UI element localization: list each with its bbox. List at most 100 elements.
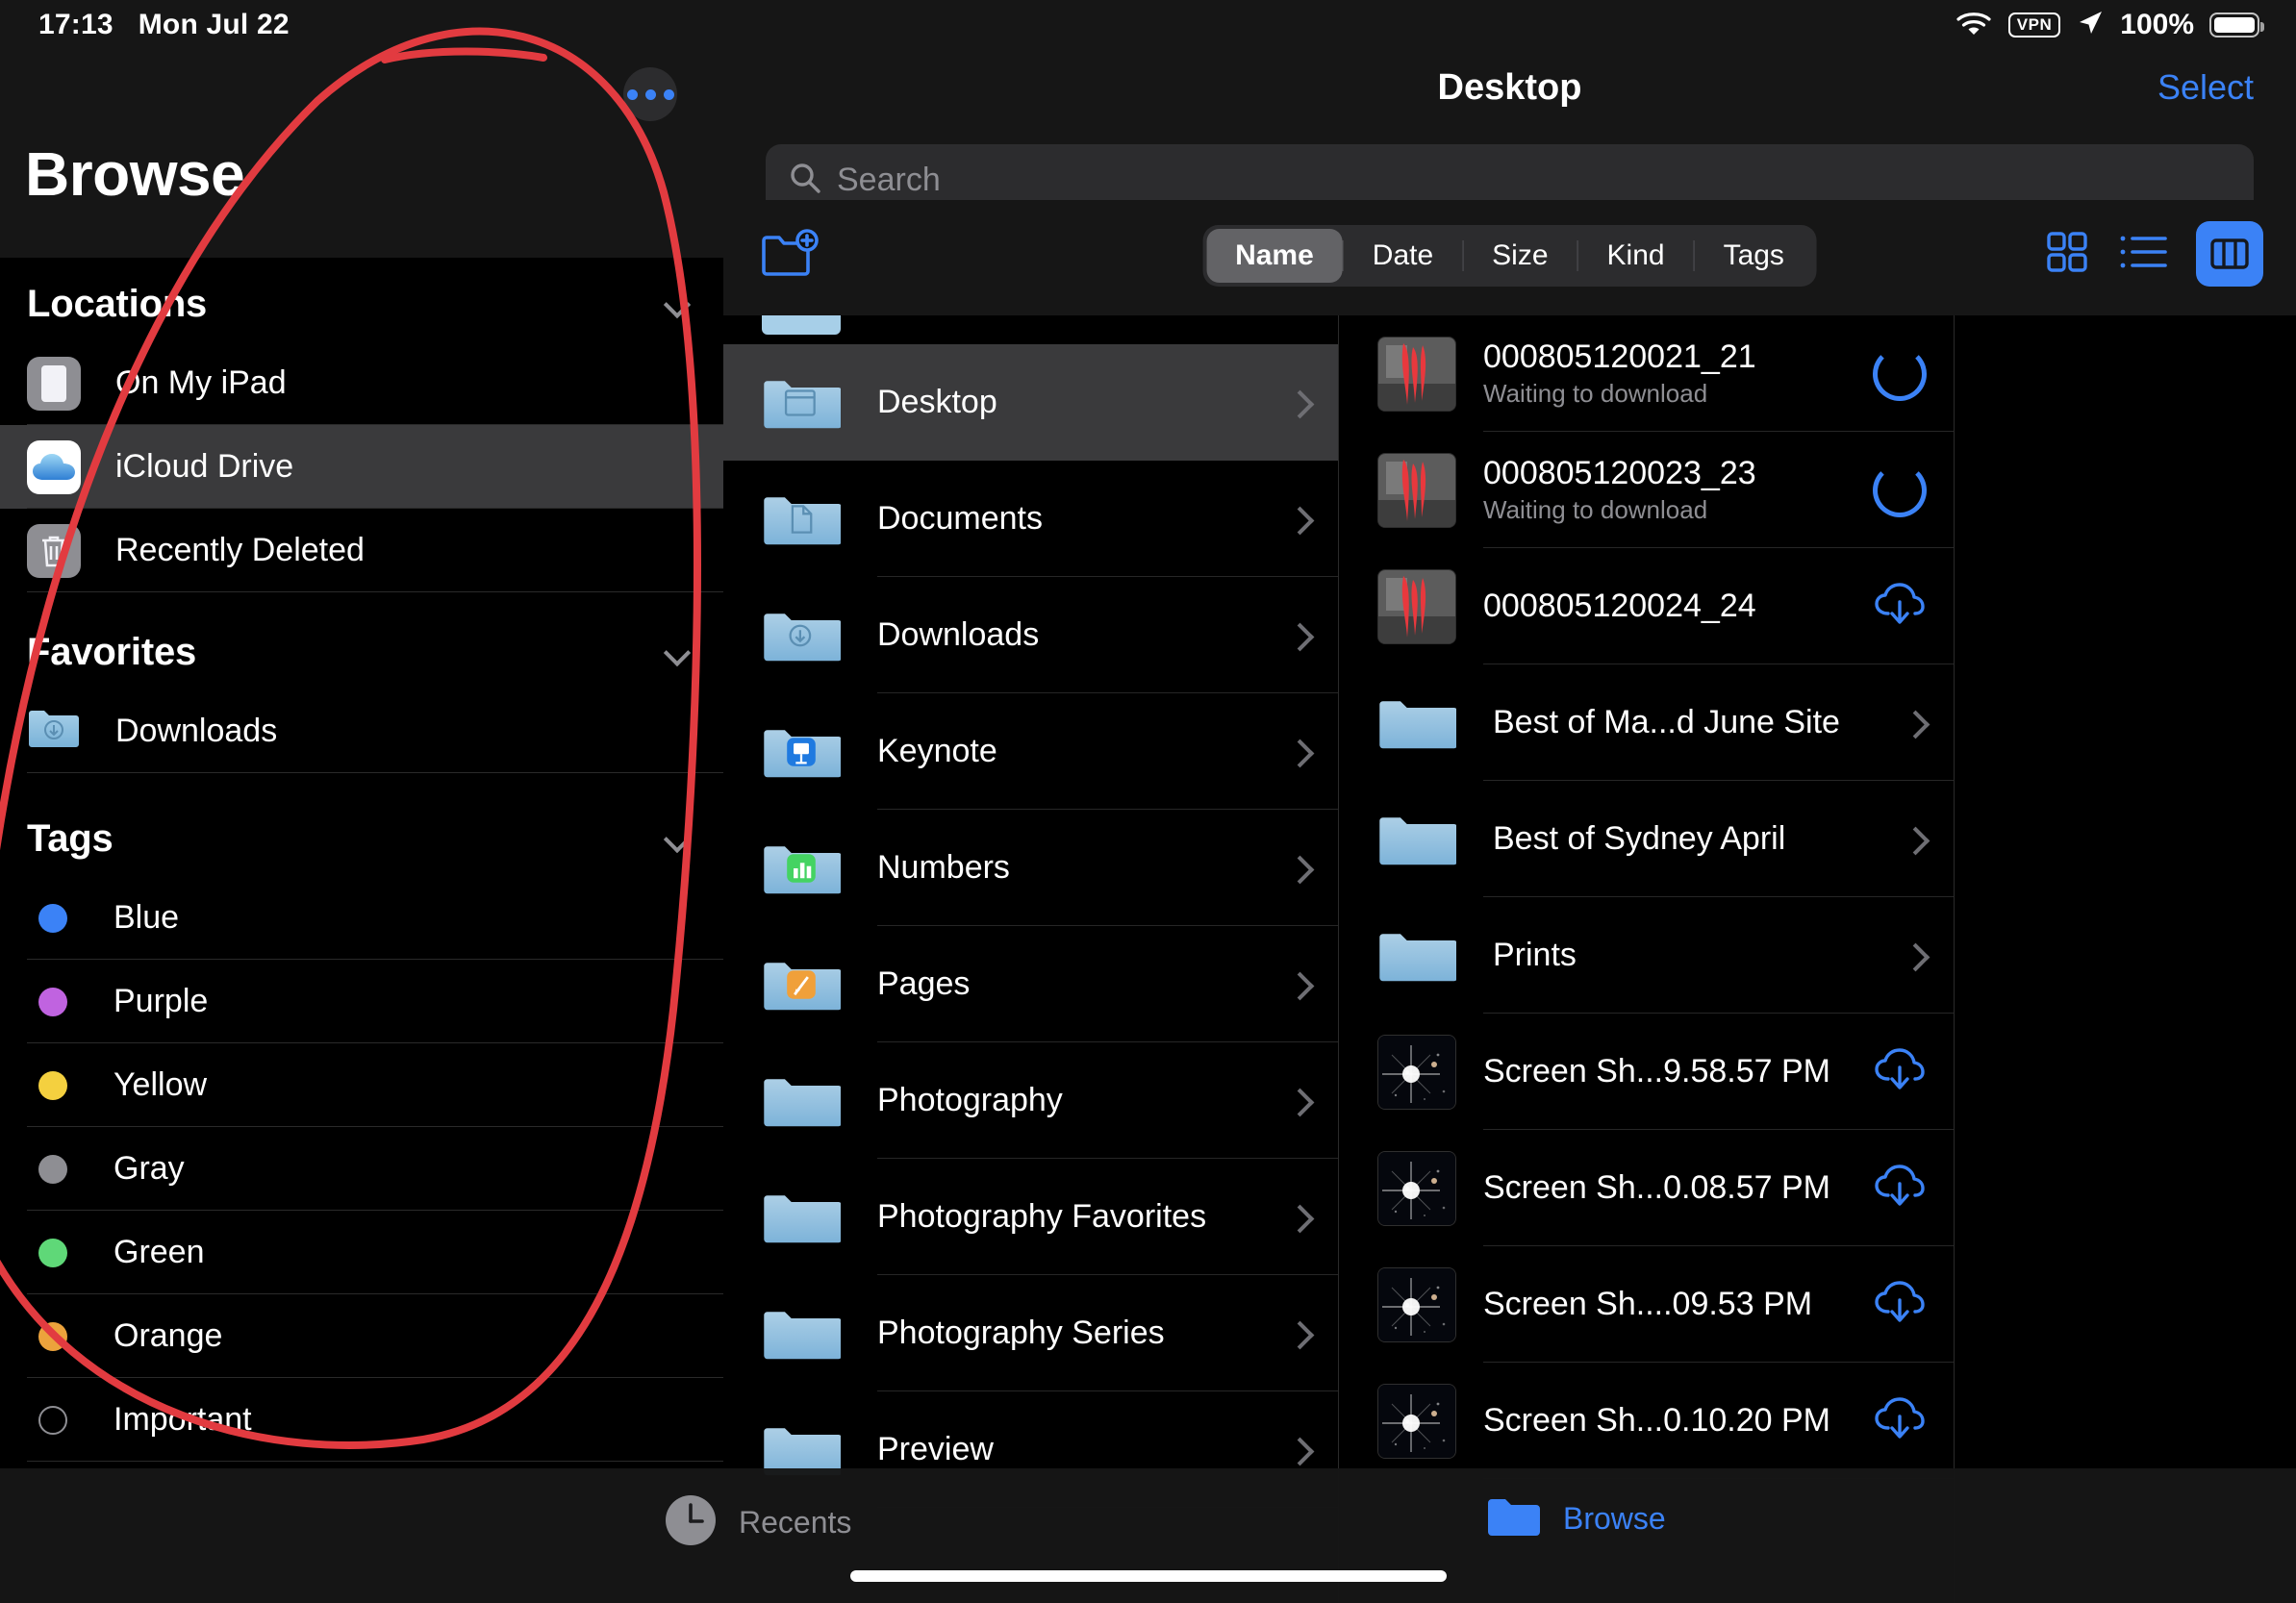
file-status: Waiting to download xyxy=(1483,494,1708,524)
sidebar-tag-yellow[interactable]: Yellow xyxy=(0,1043,723,1127)
sidebar-item-downloads[interactable]: Downloads xyxy=(0,689,723,773)
folder-row[interactable]: Downloads xyxy=(723,577,1338,693)
folder-name: Downloads xyxy=(877,616,1040,653)
file-row[interactable]: 000805120021_21 Waiting to download xyxy=(1339,315,1954,432)
download-cloud-icon[interactable] xyxy=(1873,1046,1927,1097)
file-column[interactable]: 000805120021_21 Waiting to download 000805… xyxy=(1339,315,1955,1603)
sort-segmented-control[interactable]: Name Date Size Kind Tags xyxy=(1202,225,1817,287)
downloads-folder-icon xyxy=(27,705,81,759)
sidebar-tag-green[interactable]: Green xyxy=(0,1211,723,1294)
file-name: 000805120023_23 xyxy=(1483,455,1756,491)
sidebar-section-tags[interactable]: Tags xyxy=(0,773,723,876)
folder-row[interactable]: Best of Ma...d June Site xyxy=(1339,664,1954,781)
main-panel: Desktop Select Search Name Date Size Kind T xyxy=(723,0,2296,1603)
folder-row[interactable]: Photography Favorites xyxy=(723,1159,1338,1275)
sidebar-item-icloud-drive[interactable]: iCloud Drive xyxy=(0,425,723,509)
status-date: Mon Jul 22 xyxy=(138,9,290,40)
sidebar-item-on-my-ipad[interactable]: On My iPad xyxy=(0,341,723,425)
section-header-label: Favorites xyxy=(27,631,197,673)
download-cloud-icon[interactable] xyxy=(1873,1163,1927,1214)
folder-row[interactable]: Desktop xyxy=(723,344,1338,461)
tab-browse[interactable]: Browse xyxy=(1486,1493,1666,1544)
battery-percent: 100% xyxy=(2120,9,2194,40)
sidebar-section-favorites[interactable]: Favorites xyxy=(0,592,723,689)
file-thumbnail xyxy=(1377,1266,1456,1342)
tab-label: Recents xyxy=(739,1505,852,1540)
new-folder-icon[interactable] xyxy=(760,227,820,286)
tag-label: Green xyxy=(114,1234,205,1270)
folder-name: Numbers xyxy=(877,849,1010,886)
folder-row[interactable]: Best of Sydney April xyxy=(1339,781,1954,897)
tag-color-dot xyxy=(38,1154,67,1184)
desktop-folder-icon xyxy=(762,372,843,434)
download-cloud-icon[interactable] xyxy=(1873,1395,1927,1446)
folder-name: Preview xyxy=(877,1431,994,1467)
folder-column[interactable]: Desktop Documents Downloads Keynote Numbers P… xyxy=(723,315,1339,1603)
sort-option-tags[interactable]: Tags xyxy=(1695,229,1813,283)
chevron-down-icon[interactable] xyxy=(666,292,691,317)
folder-icon xyxy=(1377,925,1458,987)
toolbar: Name Date Size Kind Tags xyxy=(723,200,2296,315)
sidebar-item-label: Recently Deleted xyxy=(115,532,365,568)
column-view-icon[interactable] xyxy=(2196,221,2263,287)
folder-row[interactable]: Keynote xyxy=(723,693,1338,810)
sort-option-kind[interactable]: Kind xyxy=(1578,229,1694,283)
folder-name: Keynote xyxy=(877,733,997,769)
view-mode-buttons xyxy=(2044,221,2263,287)
sidebar-tag-orange[interactable]: Orange xyxy=(0,1294,723,1378)
tab-label: Browse xyxy=(1563,1501,1666,1536)
sidebar-tag-blue[interactable]: Blue xyxy=(0,876,723,960)
file-row[interactable]: Screen Sh...0.10.20 PM xyxy=(1339,1363,1954,1479)
file-thumbnail xyxy=(1377,568,1456,644)
ellipsis-icon[interactable] xyxy=(623,67,677,121)
chevron-down-icon[interactable] xyxy=(666,827,691,852)
status-bar-left: 17:13 Mon Jul 22 xyxy=(0,9,290,41)
sort-option-name[interactable]: Name xyxy=(1206,229,1343,283)
select-button[interactable]: Select xyxy=(2157,67,2254,108)
sidebar-section-locations[interactable]: Locations xyxy=(0,258,723,341)
sidebar-tag-gray[interactable]: Gray xyxy=(0,1127,723,1211)
sidebar-item-recently-deleted[interactable]: Recently Deleted xyxy=(0,509,723,592)
status-time: 17:13 xyxy=(38,9,114,40)
home-indicator[interactable] xyxy=(849,1570,1447,1582)
file-row[interactable]: 000805120023_23 Waiting to download xyxy=(1339,432,1954,548)
ipad-icon xyxy=(27,356,81,411)
folder-row[interactable]: Pages xyxy=(723,926,1338,1042)
download-cloud-icon[interactable] xyxy=(1873,1279,1927,1330)
folder-row[interactable]: Documents xyxy=(723,461,1338,577)
file-name: Best of Ma...d June Site xyxy=(1493,703,1840,740)
chevron-down-icon[interactable] xyxy=(666,640,691,665)
download-progress-ring[interactable] xyxy=(1873,346,1927,401)
file-thumbnail xyxy=(1377,1034,1456,1110)
file-text: Screen Sh....09.53 PM xyxy=(1483,1287,1873,1322)
tag-color-dot xyxy=(38,987,67,1016)
tab-recents[interactable]: Recents xyxy=(664,1493,851,1552)
folder-name: Photography Favorites xyxy=(877,1198,1207,1235)
file-row[interactable]: Screen Sh...9.58.57 PM xyxy=(1339,1014,1954,1130)
folder-row[interactable]: Prints xyxy=(1339,897,1954,1014)
chevron-right-icon xyxy=(1290,625,1311,646)
download-cloud-icon[interactable] xyxy=(1873,581,1927,632)
file-row[interactable]: Screen Sh....09.53 PM xyxy=(1339,1246,1954,1363)
folder-row[interactable]: Photography Series xyxy=(723,1275,1338,1391)
trash-icon xyxy=(27,523,81,578)
file-row[interactable]: Screen Sh...0.08.57 PM xyxy=(1339,1130,1954,1246)
sidebar-tag-purple[interactable]: Purple xyxy=(0,960,723,1043)
folder-name: Pages xyxy=(877,965,971,1002)
folder-icon xyxy=(1486,1493,1542,1544)
sort-option-size[interactable]: Size xyxy=(1463,229,1577,283)
file-row[interactable]: 000805120024_24 xyxy=(1339,548,1954,664)
tag-label: Orange xyxy=(114,1317,223,1354)
folder-row[interactable]: Numbers xyxy=(723,810,1338,926)
sidebar: Browse Locations On My iPad iCloud Drive xyxy=(0,0,723,1603)
list-view-icon[interactable] xyxy=(2119,231,2167,278)
folder-row[interactable]: Photography xyxy=(723,1042,1338,1159)
sidebar-tag-important[interactable]: Important xyxy=(0,1378,723,1462)
chevron-right-icon xyxy=(1905,713,1927,734)
sort-option-date[interactable]: Date xyxy=(1344,229,1462,283)
folder-icon xyxy=(762,1187,843,1248)
download-progress-ring[interactable] xyxy=(1873,463,1927,517)
grid-view-icon[interactable] xyxy=(2044,229,2090,280)
search-icon xyxy=(789,162,821,199)
chevron-right-icon xyxy=(1290,974,1311,995)
